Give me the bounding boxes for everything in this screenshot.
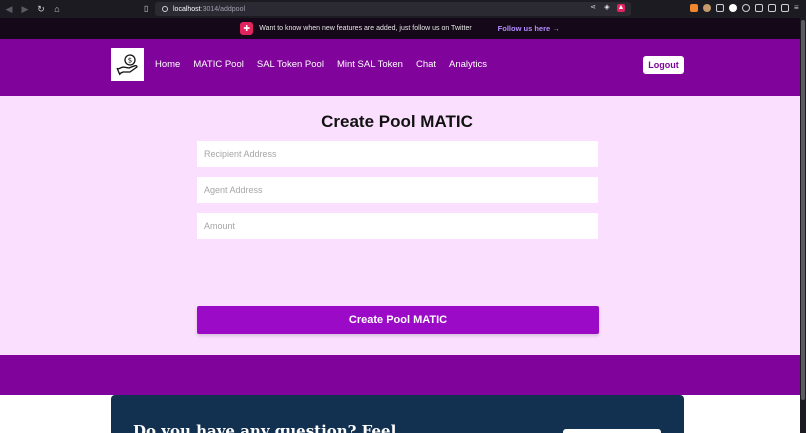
- sidebar-icon[interactable]: [768, 4, 776, 12]
- brave-rewards-icon[interactable]: ▲: [617, 4, 625, 12]
- nav-home[interactable]: Home: [155, 59, 180, 70]
- svg-text:$: $: [127, 56, 131, 64]
- extension-icon[interactable]: [729, 4, 737, 12]
- main-nav: Home MATIC Pool SAL Token Pool Mint SAL …: [155, 59, 487, 70]
- agent-address-input[interactable]: [197, 177, 598, 203]
- extension-icon[interactable]: [716, 4, 724, 12]
- contact-cta: Do you have any question? Feel: [111, 395, 684, 433]
- announcement-bar: ✚ Want to know when new features are add…: [0, 18, 800, 39]
- announcement-text: Want to know when new features are added…: [259, 25, 472, 32]
- nav-chat[interactable]: Chat: [416, 59, 436, 70]
- extensions-area: ≡: [690, 4, 802, 12]
- purple-band: [0, 355, 800, 395]
- nav-sal-token-pool[interactable]: SAL Token Pool: [257, 59, 324, 70]
- forward-icon[interactable]: ▶: [18, 2, 32, 16]
- cta-button[interactable]: [563, 429, 661, 433]
- gift-icon: ✚: [240, 22, 254, 35]
- url-bar[interactable]: localhost:3014/addpool ⋖ ◈ ▲: [155, 2, 631, 16]
- url-text: localhost:3014/addpool: [173, 5, 246, 13]
- recipient-address-input[interactable]: [197, 141, 598, 167]
- metamask-icon[interactable]: [690, 4, 698, 12]
- logout-button[interactable]: Logout: [643, 56, 684, 74]
- extension-icon[interactable]: [755, 4, 763, 12]
- footer-section: Do you have any question? Feel: [0, 395, 800, 433]
- site-info-icon[interactable]: [162, 6, 168, 12]
- brave-shield-icon[interactable]: ◈: [603, 4, 611, 12]
- site-header: $ Home MATIC Pool SAL Token Pool Mint SA…: [0, 39, 800, 96]
- nav-mint-sal-token[interactable]: Mint SAL Token: [337, 59, 403, 70]
- logo[interactable]: $: [111, 48, 144, 81]
- extension-icon[interactable]: [742, 4, 750, 12]
- nav-matic-pool[interactable]: MATIC Pool: [193, 59, 244, 70]
- cta-heading: Do you have any question? Feel: [133, 422, 397, 433]
- extension-icon[interactable]: [703, 4, 711, 12]
- wallet-icon[interactable]: [781, 4, 789, 12]
- scrollbar[interactable]: [800, 18, 806, 433]
- nav-analytics[interactable]: Analytics: [449, 59, 487, 70]
- home-icon[interactable]: ⌂: [50, 2, 64, 16]
- create-pool-section: Create Pool MATIC Create Pool MATIC: [0, 96, 800, 355]
- create-pool-button[interactable]: Create Pool MATIC: [197, 306, 599, 334]
- bookmark-icon[interactable]: ▯: [144, 4, 152, 14]
- reload-icon[interactable]: ↻: [34, 2, 48, 16]
- follow-twitter-link[interactable]: Follow us here →: [498, 24, 560, 33]
- share-icon[interactable]: ⋖: [589, 4, 597, 12]
- page-title: Create Pool MATIC: [321, 112, 473, 131]
- menu-icon[interactable]: ≡: [794, 4, 802, 12]
- hand-coin-icon: $: [115, 53, 138, 75]
- scrollbar-thumb[interactable]: [801, 20, 805, 400]
- amount-input[interactable]: [197, 213, 598, 239]
- back-icon[interactable]: ◀: [2, 2, 16, 16]
